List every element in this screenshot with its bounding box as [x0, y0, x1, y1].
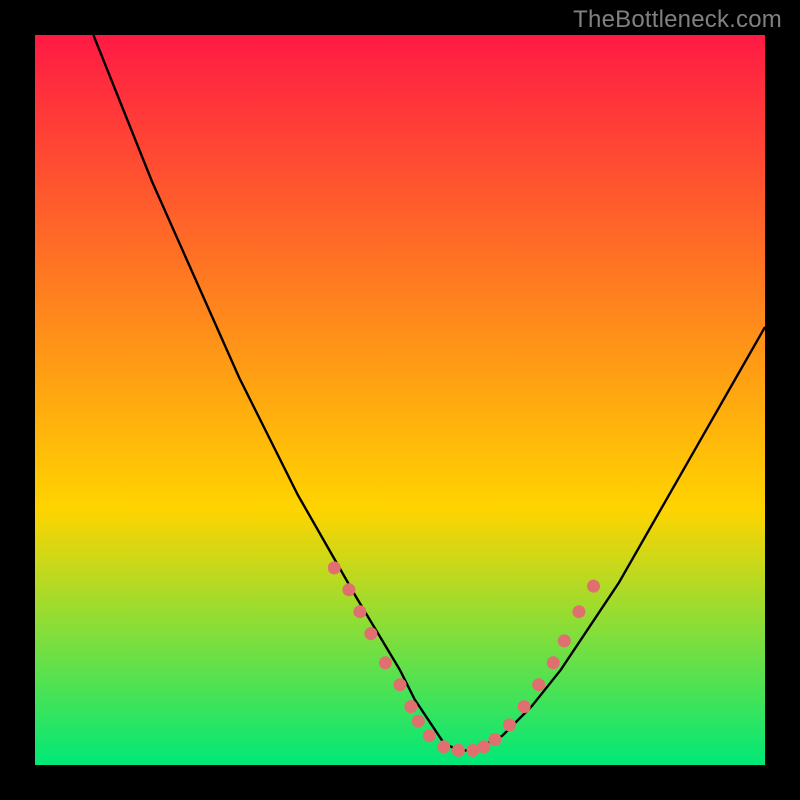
highlight-dot: [503, 718, 516, 731]
highlight-dot: [488, 733, 501, 746]
highlight-dot: [587, 580, 600, 593]
highlight-dot: [404, 700, 417, 713]
highlight-dot: [364, 627, 377, 640]
watermark-text: TheBottleneck.com: [573, 6, 782, 34]
highlight-dot: [532, 678, 545, 691]
highlight-dot: [437, 740, 450, 753]
highlight-dot: [547, 656, 560, 669]
chart-frame: TheBottleneck.com: [0, 0, 800, 800]
highlight-dot: [412, 715, 425, 728]
highlight-dot: [394, 678, 407, 691]
highlight-dot: [328, 561, 341, 574]
highlight-dot: [518, 700, 531, 713]
highlight-dot: [452, 744, 465, 757]
chart-plot-area: [35, 35, 765, 765]
gradient-background: [35, 35, 765, 765]
highlight-dot: [572, 605, 585, 618]
highlight-dot: [353, 605, 366, 618]
highlight-dot: [558, 634, 571, 647]
chart-svg: [35, 35, 765, 765]
highlight-dot: [342, 583, 355, 596]
highlight-dot: [423, 729, 436, 742]
highlight-dot: [477, 740, 490, 753]
highlight-dot: [379, 656, 392, 669]
